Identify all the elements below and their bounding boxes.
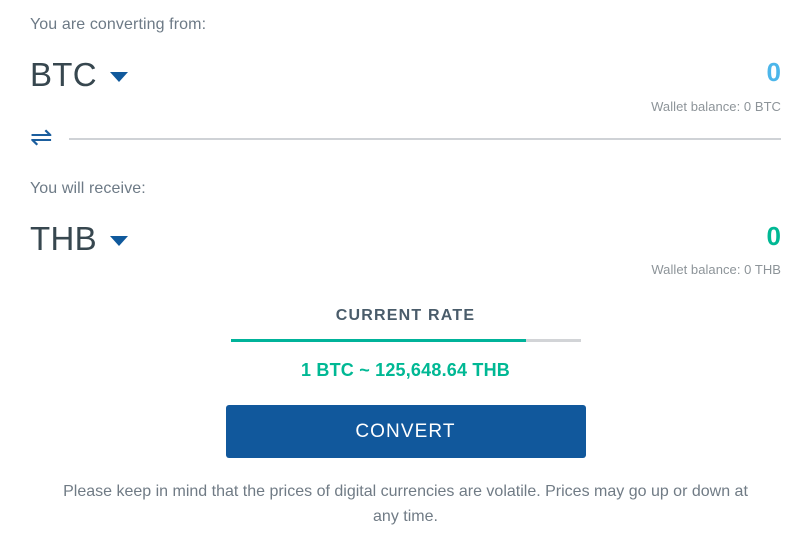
horizontal-divider	[68, 137, 781, 140]
convert-to-section: You will receive: THB Wallet balance: 0 …	[30, 179, 781, 278]
to-amount-input[interactable]	[551, 221, 781, 251]
swap-row: ⇌	[30, 123, 781, 151]
currency-converter-card: You are converting from: BTC Wallet bala…	[0, 0, 811, 550]
chevron-down-icon[interactable]	[109, 235, 128, 246]
to-wallet-balance: Wallet balance: 0 THB	[651, 262, 781, 278]
to-currency-dropdown[interactable]: THB	[30, 222, 128, 255]
current-rate-value: 1 BTC ~ 125,648.64 THB	[300, 360, 510, 381]
current-rate-block: CURRENT RATE 1 BTC ~ 125,648.64 THB	[30, 307, 781, 381]
chevron-down-icon[interactable]	[109, 72, 128, 82]
current-rate-title: CURRENT RATE	[335, 307, 476, 325]
convert-button[interactable]: CONVERT	[225, 405, 586, 459]
from-wallet-balance: Wallet balance: 0 BTC	[651, 98, 781, 114]
swap-arrows-icon[interactable]: ⇌	[30, 123, 53, 151]
from-currency-code: BTC	[30, 56, 97, 93]
to-currency-code: THB	[30, 219, 97, 257]
rate-progress-track	[230, 339, 581, 343]
convert-from-label: You are converting from:	[30, 16, 207, 33]
volatility-disclaimer: Please keep in mind that the prices of d…	[63, 483, 748, 526]
from-amount-side: Wallet balance: 0 BTC	[551, 58, 781, 114]
convert-to-row: THB Wallet balance: 0 THB	[30, 221, 781, 278]
convert-from-row: BTC Wallet balance: 0 BTC	[30, 58, 781, 114]
convert-to-label: You will receive:	[30, 179, 146, 197]
from-amount-input[interactable]	[551, 58, 781, 87]
to-amount-side: Wallet balance: 0 THB	[551, 221, 781, 278]
from-currency-dropdown[interactable]: BTC	[30, 58, 128, 91]
convert-action-area: CONVERT	[30, 405, 781, 459]
convert-from-section: You are converting from: BTC Wallet bala…	[30, 0, 781, 114]
rate-progress-fill	[230, 339, 527, 343]
